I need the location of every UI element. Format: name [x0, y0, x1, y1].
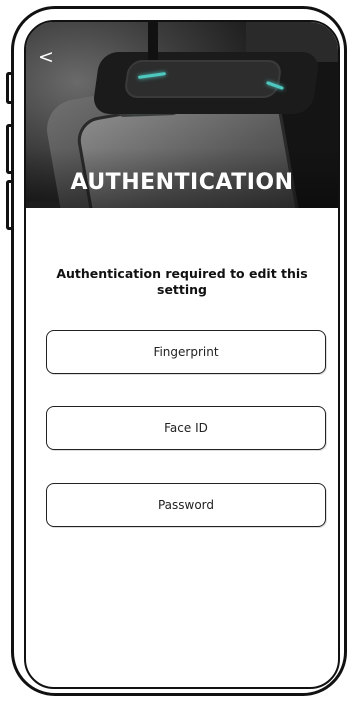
phone-screen: < AUTHENTICATION Authentication required… — [24, 20, 340, 689]
chevron-left-icon: < — [38, 46, 54, 68]
face-id-button[interactable]: Face ID — [46, 406, 326, 450]
auth-prompt: Authentication required to edit this set… — [56, 266, 308, 297]
device-mockup: < AUTHENTICATION Authentication required… — [0, 0, 352, 701]
password-button[interactable]: Password — [46, 483, 326, 527]
fingerprint-button[interactable]: Fingerprint — [46, 330, 326, 374]
header-image: < AUTHENTICATION — [26, 22, 338, 208]
luggage-telescopic-handle — [148, 22, 158, 60]
page-title: AUTHENTICATION — [70, 170, 294, 195]
luggage-top-grip — [123, 60, 283, 98]
back-button[interactable]: < — [34, 44, 58, 70]
